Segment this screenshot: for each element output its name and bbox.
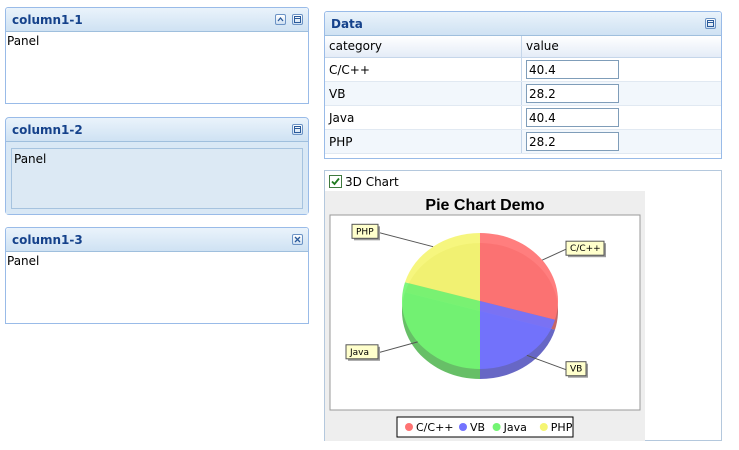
panel-title: Data xyxy=(331,17,363,31)
value-input[interactable] xyxy=(526,132,619,151)
column-header-category[interactable]: category xyxy=(329,39,382,53)
category-cell: PHP xyxy=(329,135,353,149)
category-cell: Java xyxy=(329,111,355,125)
table-row[interactable]: Java xyxy=(325,106,721,130)
panel-data: Data category value C/C++ VB Java PHP xyxy=(324,11,722,159)
3d-chart-label[interactable]: 3D Chart xyxy=(345,175,399,189)
3d-chart-checkbox[interactable] xyxy=(329,175,342,188)
panel-header[interactable]: column1-3 xyxy=(6,228,308,252)
table-row[interactable]: PHP xyxy=(325,130,721,154)
cell-divider xyxy=(521,58,522,81)
column-divider[interactable] xyxy=(521,36,522,57)
pie-chart: Pie Chart Demo C/C++ VB Java PHP C/C++ VB Jav… xyxy=(325,191,645,441)
panel-column1-3: column1-3 Panel xyxy=(5,227,309,324)
table-row[interactable]: C/C++ xyxy=(325,58,721,82)
minimize-icon[interactable] xyxy=(292,124,303,135)
value-input[interactable] xyxy=(526,108,619,127)
panel-header[interactable]: column1-1 xyxy=(6,8,308,32)
legend-swatch xyxy=(539,423,548,431)
grid-header: category value xyxy=(325,36,721,58)
minimize-icon[interactable] xyxy=(705,18,716,29)
panel-column1-1: column1-1 Panel xyxy=(5,7,309,104)
cell-divider xyxy=(521,106,522,129)
inner-panel: Panel xyxy=(11,148,303,209)
panel-title: column1-1 xyxy=(12,13,83,27)
legend-item: Java xyxy=(503,421,527,434)
table-row[interactable]: VB xyxy=(325,82,721,106)
checkmark-icon xyxy=(331,177,340,186)
slice-label: C/C++ xyxy=(570,244,601,254)
column-header-value[interactable]: value xyxy=(526,39,559,53)
legend-swatch xyxy=(492,423,501,431)
minimize-icon[interactable] xyxy=(292,14,303,25)
panel-text: Panel xyxy=(7,34,40,48)
panel-text: Panel xyxy=(14,152,47,166)
legend-item: VB xyxy=(470,421,485,434)
close-icon[interactable] xyxy=(292,234,303,245)
cell-divider xyxy=(521,82,522,105)
panel-body: Panel xyxy=(6,142,308,214)
panel-column1-2: column1-2 Panel xyxy=(5,117,309,215)
pie-chart-svg: Pie Chart Demo C/C++ VB Java PHP C/C++ VB Jav… xyxy=(329,197,641,438)
slice-label: PHP xyxy=(356,227,374,237)
panel-title: column1-2 xyxy=(12,123,83,137)
legend-item: C/C++ xyxy=(416,421,454,434)
cell-divider xyxy=(521,130,522,153)
chart-title: Pie Chart Demo xyxy=(425,197,544,214)
category-cell: VB xyxy=(329,87,346,101)
panel-chart: 3D Chart Pie Chart Demo C/C++ VB Java PHP C… xyxy=(324,170,722,441)
legend-swatch xyxy=(459,423,467,431)
panel-text: Panel xyxy=(7,254,40,268)
data-grid: category value C/C++ VB Java PHP xyxy=(325,36,721,154)
slice-label: VB xyxy=(570,365,582,375)
panel-header[interactable]: Data xyxy=(325,12,721,36)
panel-body: Panel xyxy=(6,32,308,103)
panel-header[interactable]: column1-2 xyxy=(6,118,308,142)
value-input[interactable] xyxy=(526,60,619,79)
category-cell: C/C++ xyxy=(329,63,370,77)
slice-label: Java xyxy=(349,348,369,358)
collapse-up-icon[interactable] xyxy=(275,14,286,25)
legend-swatch xyxy=(405,423,413,431)
legend-item: PHP xyxy=(551,421,573,434)
panel-body: Panel xyxy=(6,252,308,323)
panel-title: column1-3 xyxy=(12,233,83,247)
value-input[interactable] xyxy=(526,84,619,103)
